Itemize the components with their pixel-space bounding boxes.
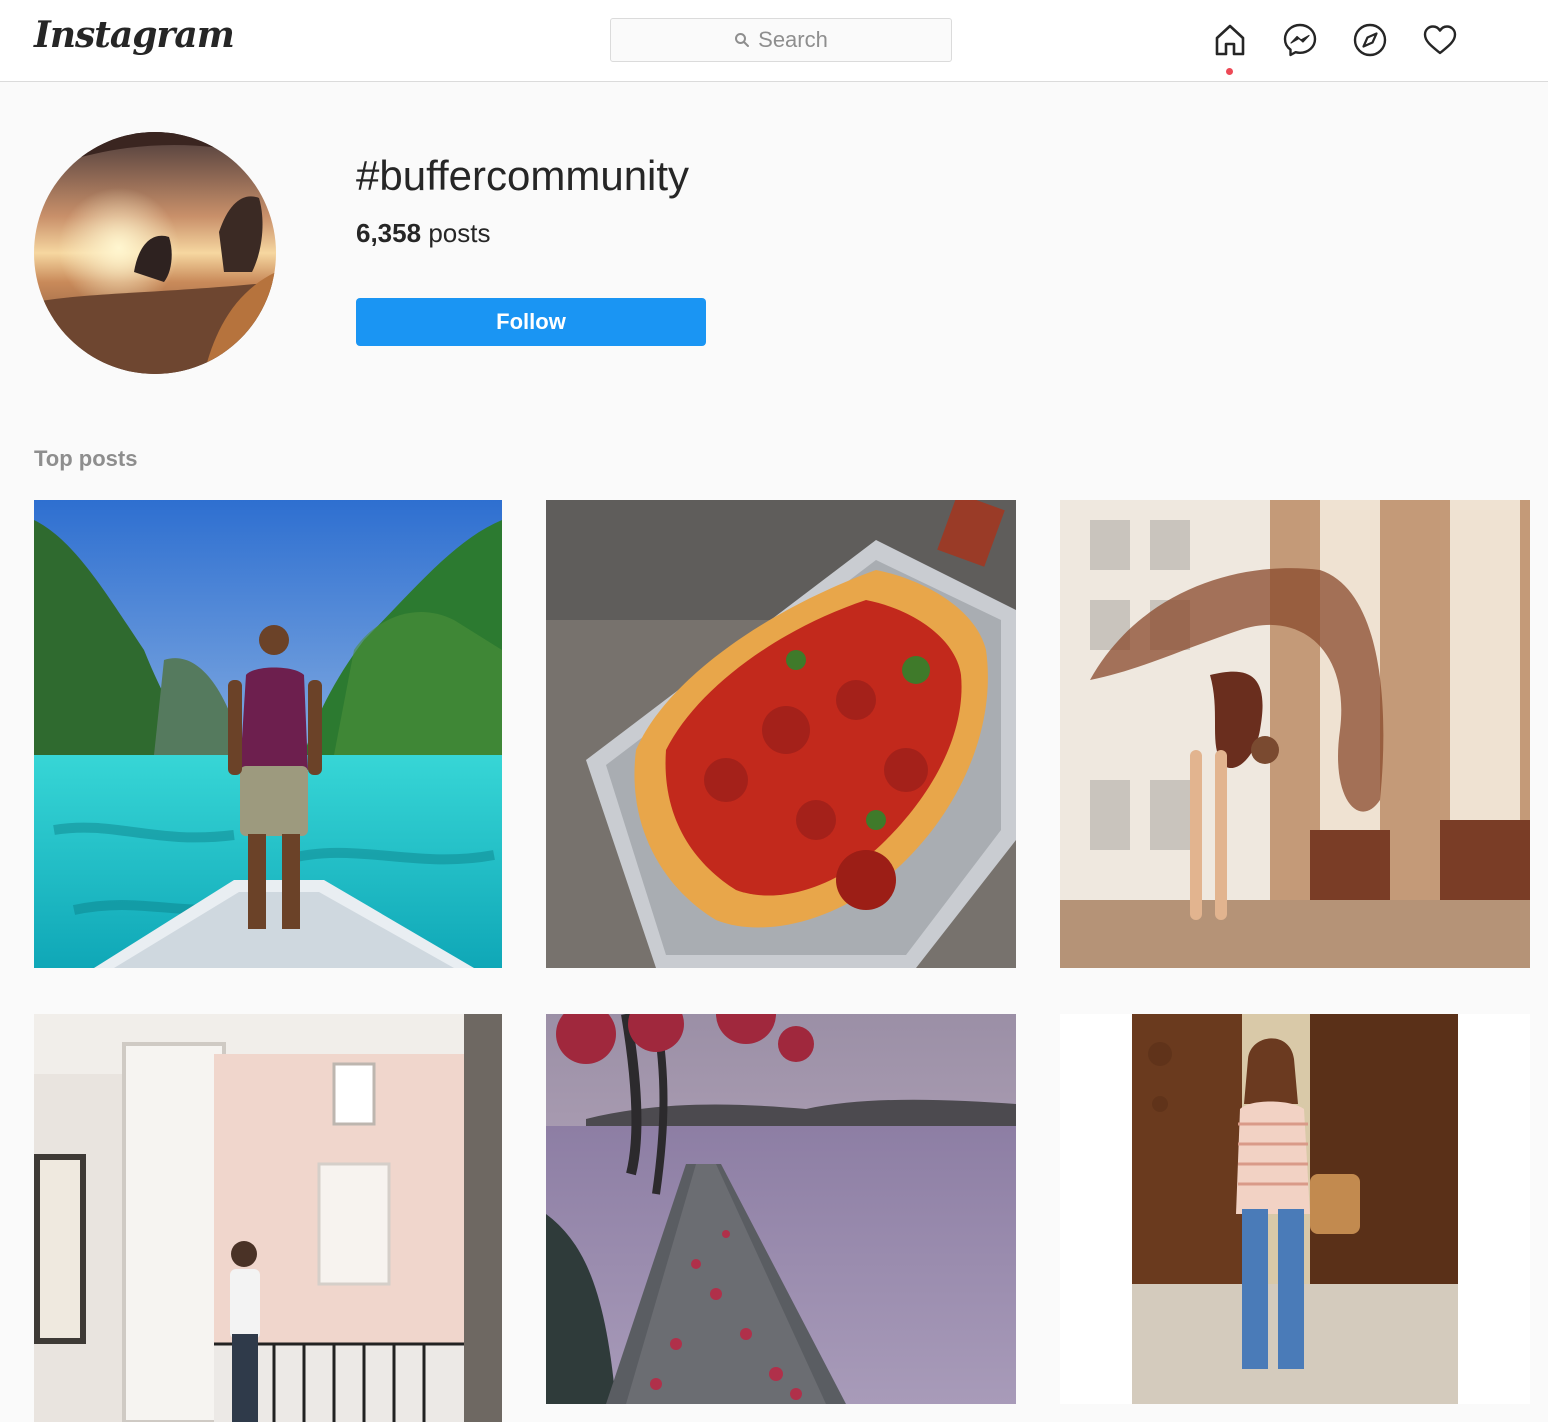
post-image-doors [1060, 1014, 1530, 1404]
search-placeholder: Search [758, 27, 828, 52]
post-tile[interactable] [546, 500, 1016, 968]
post-count: 6,358 posts [356, 218, 490, 249]
heart-icon[interactable] [1422, 22, 1458, 58]
post-image-dancer [1060, 500, 1530, 968]
search-icon [735, 33, 750, 47]
instagram-logo[interactable]: Instagram [34, 14, 235, 56]
post-count-number: 6,358 [356, 218, 422, 248]
hashtag-title: #buffercommunity [356, 152, 690, 199]
post-image-dock [546, 1014, 1016, 1404]
follow-button[interactable]: Follow [356, 298, 706, 346]
compass-icon[interactable] [1352, 22, 1388, 58]
top-navigation-bar: Instagram Search [0, 0, 1548, 82]
post-image-lagoon [34, 500, 502, 968]
post-image-window [34, 1014, 502, 1422]
post-tile[interactable] [1060, 500, 1530, 968]
post-count-suffix: posts [428, 218, 491, 248]
home-notification-dot [1226, 68, 1233, 75]
post-tile[interactable] [1060, 1014, 1530, 1404]
hashtag-avatar [34, 132, 276, 374]
post-tile[interactable] [34, 1014, 502, 1422]
search-input[interactable]: Search [610, 18, 952, 62]
messenger-icon[interactable] [1282, 22, 1318, 58]
home-icon[interactable] [1212, 22, 1248, 58]
post-tile[interactable] [34, 500, 502, 968]
post-image-pizza [546, 500, 1016, 968]
post-tile[interactable] [546, 1014, 1016, 1404]
sunset-sea-cave-image [34, 132, 276, 374]
top-posts-label: Top posts [34, 446, 138, 471]
